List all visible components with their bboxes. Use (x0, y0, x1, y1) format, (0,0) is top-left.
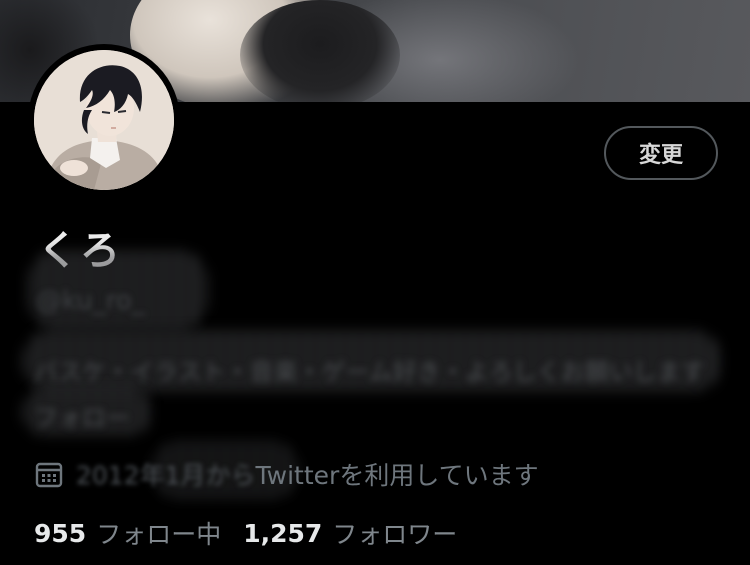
followers-link[interactable]: 1,257 フォロワー (243, 515, 457, 551)
handle: @ku_ro_ (36, 286, 145, 316)
edit-profile-button[interactable]: 変更 (604, 126, 718, 180)
follow-stats: 955 フォロー中 1,257 フォロワー (34, 515, 479, 551)
join-date-text: Twitterを利用しています (255, 461, 539, 490)
following-count: 955 (34, 518, 87, 548)
followers-label: フォロワー (332, 520, 458, 549)
calendar-icon (35, 462, 63, 488)
bio-line: フォロー (34, 404, 130, 432)
join-date-blurred: 2012年1月から (76, 461, 256, 490)
banner-dark-shape (240, 0, 400, 102)
followers-count: 1,257 (243, 518, 323, 548)
avatar[interactable] (28, 44, 180, 196)
avatar-image (34, 50, 174, 190)
following-label: フォロー中 (96, 520, 222, 549)
bio-line: バスケ・イラスト・音楽・ゲーム好き・よろしくお願いします (34, 358, 705, 386)
edit-profile-label: 変更 (638, 143, 683, 168)
following-link[interactable]: 955 フォロー中 (34, 515, 221, 551)
join-date: 2012年1月から Twitterを利用しています (34, 456, 539, 492)
